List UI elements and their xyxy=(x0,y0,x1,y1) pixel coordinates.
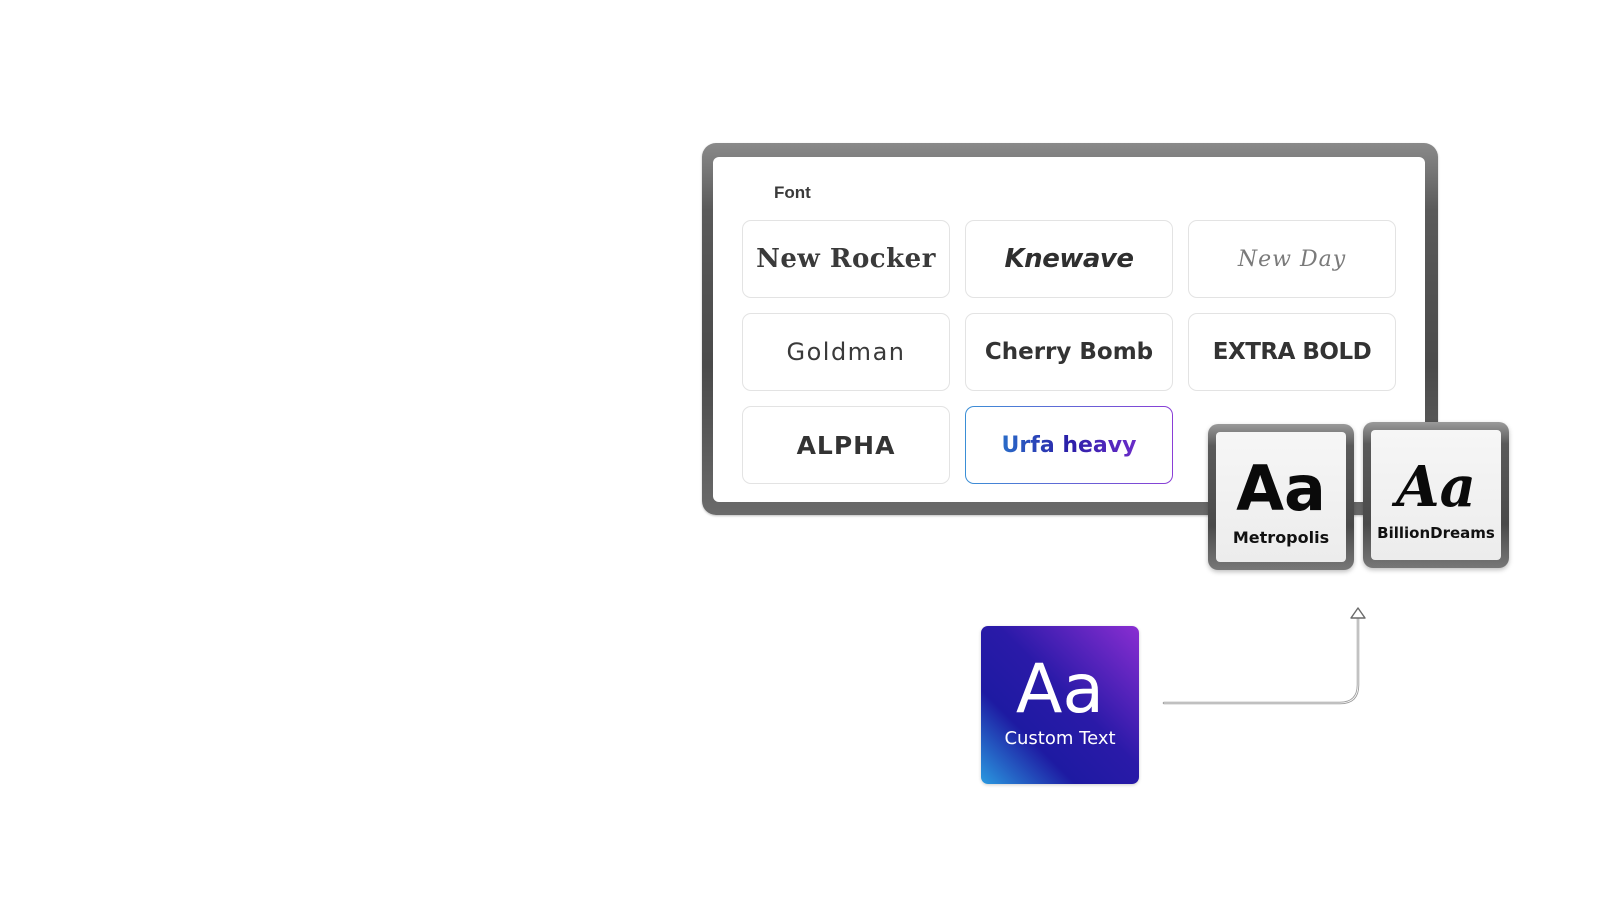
arrow-up-connector-icon xyxy=(1162,607,1366,705)
font-option-label: ALPHA xyxy=(796,430,896,460)
font-option-urfa-heavy[interactable]: Urfa heavy xyxy=(965,406,1173,484)
font-tile-face: Aa BillionDreams xyxy=(1371,430,1501,560)
font-tile-label: Metropolis xyxy=(1232,527,1330,547)
custom-text-icon: Aa xyxy=(1015,649,1105,729)
custom-text-button[interactable]: Aa Custom Text xyxy=(981,626,1139,784)
font-option-label: New Day xyxy=(1237,246,1347,272)
font-option-cherry-bomb[interactable]: Cherry Bomb xyxy=(965,313,1173,391)
canvas: Font New Rocker Knewave New Day Goldman … xyxy=(0,0,1600,900)
font-option-alpha[interactable]: ALPHA xyxy=(742,406,950,484)
font-glyph-icon: Aa xyxy=(1396,454,1476,520)
font-option-goldman[interactable]: Goldman xyxy=(742,313,950,391)
font-option-label: Cherry Bomb xyxy=(984,339,1154,365)
font-tile-face: Aa Metropolis xyxy=(1216,432,1346,562)
font-option-extra-bold[interactable]: EXTRA BOLD xyxy=(1188,313,1396,391)
font-option-new-rocker[interactable]: New Rocker xyxy=(742,220,950,298)
font-tile-label: BillionDreams xyxy=(1377,524,1495,542)
font-option-label: EXTRA BOLD xyxy=(1212,339,1372,365)
font-tile-billiondreams[interactable]: Aa BillionDreams xyxy=(1363,422,1509,568)
custom-text-label: Custom Text xyxy=(1004,727,1116,749)
font-option-knewave[interactable]: Knewave xyxy=(965,220,1173,298)
font-option-label: New Rocker xyxy=(756,244,936,274)
font-option-label: Urfa heavy xyxy=(1001,432,1137,458)
font-glyph-icon: Aa xyxy=(1236,451,1326,525)
font-tile-metropolis[interactable]: Aa Metropolis xyxy=(1208,424,1354,570)
panel-title: Font xyxy=(774,183,811,202)
font-option-new-day[interactable]: New Day xyxy=(1188,220,1396,298)
font-option-label: Knewave xyxy=(1004,244,1134,274)
font-option-label: Goldman xyxy=(786,338,906,366)
